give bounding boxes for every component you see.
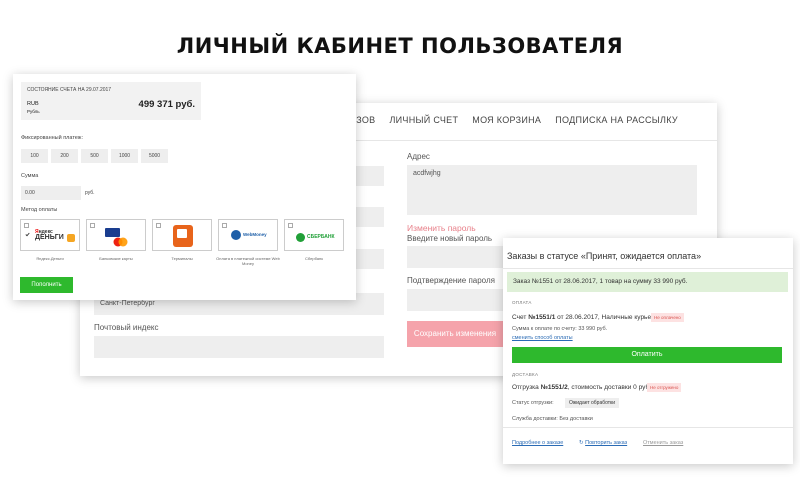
order-status-title: Заказы в статусе «Принят, ожидается опла…: [507, 251, 702, 261]
checkbox-icon[interactable]: [222, 223, 227, 228]
webmoney-icon: [231, 230, 241, 240]
change-password-link[interactable]: Изменить пароль: [407, 223, 476, 233]
nav-item-cart[interactable]: МОЯ КОРЗИНА: [472, 115, 541, 125]
sum-unit: руб.: [85, 190, 95, 196]
webmoney-logo: WebMoney: [243, 232, 267, 237]
fixed-payment-label: Фиксированный платеж:: [21, 135, 83, 141]
order-header-divider: [503, 268, 793, 269]
payment-method-terminals[interactable]: [152, 219, 212, 251]
currency-code: RUB: [27, 101, 39, 107]
account-state-box: СОСТОЯНИЕ СЧЕТА НА 29.07.2017 RUB Рубль …: [21, 82, 201, 120]
invoice-details: от 28.06.2017, Наличные курьеру: [555, 314, 658, 321]
zip-field[interactable]: [94, 336, 384, 358]
checkbox-icon[interactable]: [90, 223, 95, 228]
balance-panel: СОСТОЯНИЕ СЧЕТА НА 29.07.2017 RUB Рубль …: [13, 74, 356, 300]
invoice-number: №1551/1: [528, 314, 556, 321]
payment-method-cards[interactable]: [86, 219, 146, 251]
checkbox-icon[interactable]: [24, 223, 30, 237]
delivery-service: Служба доставки: Без доставки: [512, 416, 593, 422]
shipment-details: , стоимость доставки 0 руб.: [567, 384, 651, 391]
invoice-line: Счет №1551/1 от 28.06.2017, Наличные кур…: [512, 314, 658, 321]
account-amount: 499 371 руб.: [138, 99, 195, 110]
shipment-prefix: Отгрузка: [512, 384, 541, 391]
new-password-label: Введите новый пароль: [407, 234, 493, 243]
address-field[interactable]: acdfwjhg: [407, 165, 697, 215]
account-currency: RUB Рубль: [27, 101, 40, 115]
payment-method-label-webmoney: Оплата в платежной системе Web Money: [216, 256, 280, 266]
profile-nav: АЗОВ ЛИЧНЫЙ СЧЕТ МОЯ КОРЗИНА ПОДПИСКА НА…: [350, 115, 678, 125]
payment-method-label-yandex: Яндекс.Деньги: [36, 256, 64, 261]
sum-label: Сумма: [21, 173, 39, 179]
repeat-order-label: Повторить заказ: [585, 440, 628, 446]
amount-due: Сумма к оплате по счету: 33 990 руб.: [512, 326, 608, 332]
amount-button-200[interactable]: 200: [51, 149, 78, 163]
order-panel: Заказы в статусе «Принят, ожидается опла…: [503, 238, 793, 464]
mastercard-icon: [113, 234, 128, 247]
unpaid-badge: Не оплачено: [651, 313, 684, 322]
topup-button[interactable]: Пополнить: [20, 277, 73, 293]
checkbox-icon[interactable]: [156, 223, 161, 228]
cancel-order-link[interactable]: Отменить заказ: [643, 440, 683, 446]
page-title: ЛИЧНЫЙ КАБИНЕТ ПОЛЬЗОВАТЕЛЯ: [176, 34, 624, 58]
terminal-icon: [173, 225, 193, 247]
pay-button[interactable]: Оплатить: [512, 347, 782, 363]
payment-method-webmoney[interactable]: WebMoney: [218, 219, 278, 251]
amount-button-500[interactable]: 500: [81, 149, 108, 163]
amount-button-5000[interactable]: 5000: [141, 149, 168, 163]
zip-label: Почтовый индекс: [94, 323, 159, 332]
confirm-password-field[interactable]: [407, 289, 503, 311]
checkbox-icon[interactable]: [288, 223, 293, 228]
yandex-coin-icon: [67, 234, 75, 242]
currency-name: Рубль: [27, 109, 40, 114]
order-footer-divider: [503, 427, 793, 428]
confirm-password-label: Подтверждение пароля: [407, 276, 495, 285]
repeat-order-link[interactable]: ↻ Повторить заказ: [579, 440, 627, 446]
shipment-number: №1551/2: [540, 384, 568, 391]
change-payment-link[interactable]: сменить способ оплаты: [512, 335, 573, 341]
order-details-link[interactable]: Подробнее о заказе: [512, 440, 563, 446]
payment-method-label-sberbank: Сбербанк: [305, 256, 323, 261]
amount-button-1000[interactable]: 1000: [111, 149, 138, 163]
shipment-status-label: Статус отгрузки:: [512, 400, 554, 406]
account-state-title: СОСТОЯНИЕ СЧЕТА НА 29.07.2017: [27, 87, 112, 93]
order-summary-banner: Заказ №1551 от 28.06.2017, 1 товар на су…: [507, 272, 788, 292]
new-password-field[interactable]: [407, 246, 503, 268]
nav-item-account[interactable]: ЛИЧНЫЙ СЧЕТ: [389, 115, 458, 125]
payment-method-yandex[interactable]: Яндекс ДЕНЬГИ: [20, 219, 80, 251]
payment-method-label-cards: Банковские карты: [99, 256, 133, 261]
payment-section-label: ОПЛАТА: [512, 300, 532, 305]
invoice-prefix: Счет: [512, 314, 529, 321]
sberbank-logo: СБЕРБАНК: [307, 234, 335, 240]
sberbank-icon: [296, 233, 305, 242]
nav-item-subscription[interactable]: ПОДПИСКА НА РАССЫЛКУ: [555, 115, 678, 125]
payment-method-label-terminals: Терминалы: [171, 256, 193, 261]
not-shipped-badge: Не отгружено: [647, 383, 682, 392]
address-label: Адрес: [407, 152, 430, 161]
shipment-line: Отгрузка №1551/2, стоимость доставки 0 р…: [512, 384, 651, 391]
sum-input[interactable]: 0.00: [21, 186, 81, 200]
amount-button-100[interactable]: 100: [21, 149, 48, 163]
shipment-status-badge: Ожидает обработки: [565, 398, 620, 408]
save-changes-button[interactable]: Сохранить изменения: [407, 321, 503, 347]
payment-method-sberbank[interactable]: СБЕРБАНК: [284, 219, 344, 251]
yandex-money-logo: Яндекс ДЕНЬГИ: [35, 229, 64, 241]
payment-method-label: Метод оплаты: [21, 207, 58, 213]
delivery-section-label: ДОСТАВКА: [512, 372, 539, 377]
